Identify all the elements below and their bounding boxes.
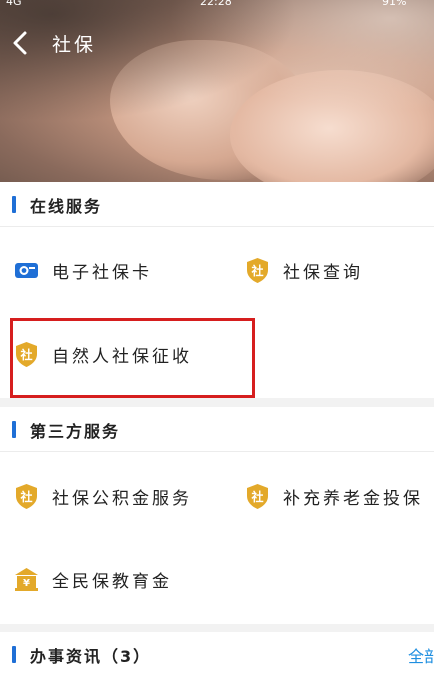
- svg-text:社: 社: [19, 489, 32, 504]
- service-social-query[interactable]: 社 社保查询: [243, 250, 423, 290]
- page-title: 社保: [52, 34, 97, 56]
- svg-text:社: 社: [250, 263, 263, 278]
- view-all-link[interactable]: 全部: [408, 643, 434, 667]
- chevron-left-icon: [13, 31, 27, 55]
- service-label: 社保查询: [283, 263, 363, 283]
- highlight-box: [10, 318, 255, 398]
- service-e-social-card[interactable]: 电子社保卡: [12, 250, 192, 290]
- service-education-fund[interactable]: ¥ 全民保教育金: [12, 559, 212, 599]
- service-pension[interactable]: 社 补充养老金投保: [243, 476, 433, 516]
- svg-text:¥: ¥: [23, 578, 30, 589]
- section-marker: [12, 646, 16, 663]
- service-label: 全民保教育金: [52, 572, 172, 592]
- third-party-panel: 社 社保公积金服务 社 补充养老金投保 ¥ 全民保教育金: [0, 452, 434, 624]
- section-header-news: 办事资讯（3） 全部: [0, 632, 434, 693]
- bank-icon: ¥: [15, 568, 38, 591]
- section-title: 第三方服务: [30, 422, 121, 441]
- section-header-online: 在线服务: [0, 182, 434, 226]
- section-header-third-party: 第三方服务: [0, 407, 434, 451]
- service-label: 电子社保卡: [52, 263, 152, 283]
- shebao-shield-icon: 社: [247, 258, 268, 283]
- section-marker: [12, 196, 16, 213]
- back-button[interactable]: [10, 28, 38, 58]
- network-indicator: 4G: [6, 0, 22, 8]
- clock: 22:28: [200, 0, 232, 8]
- status-bar: 4G 22:28 91%: [0, 0, 434, 10]
- navigation-bar: 社保: [0, 22, 434, 66]
- section-title: 在线服务: [30, 197, 103, 216]
- service-fund[interactable]: 社 社保公积金服务: [12, 476, 222, 516]
- service-label: 补充养老金投保: [283, 489, 423, 509]
- shebao-shield-icon: 社: [16, 484, 37, 509]
- section-title: 办事资讯（3）: [30, 647, 152, 666]
- service-label: 社保公积金服务: [52, 489, 192, 509]
- battery-level: 91%: [382, 0, 407, 8]
- shebao-shield-icon: 社: [247, 484, 268, 509]
- id-card-icon: [15, 263, 38, 278]
- section-marker: [12, 421, 16, 438]
- svg-text:社: 社: [250, 489, 263, 504]
